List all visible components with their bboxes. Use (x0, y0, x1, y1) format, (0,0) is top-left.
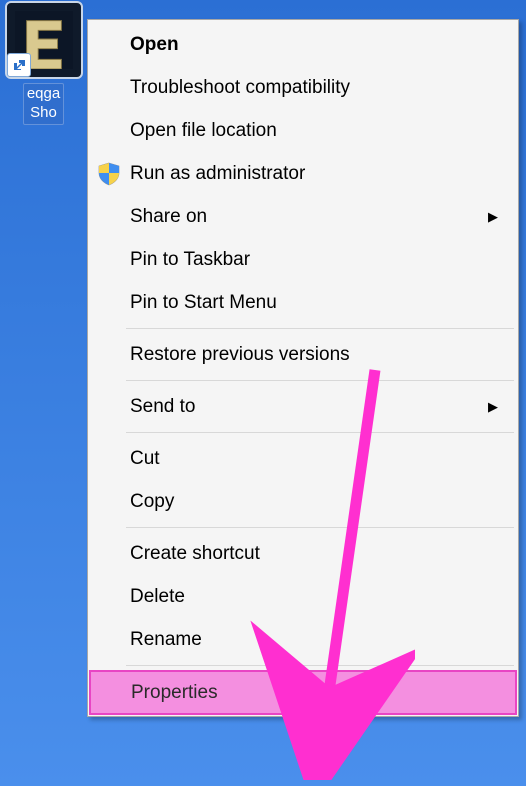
menu-item-label: Delete (130, 586, 185, 608)
menu-item-restore-versions[interactable]: Restore previous versions (90, 333, 516, 376)
menu-item-label: Create shortcut (130, 543, 260, 565)
menu-item-label: Properties (131, 682, 218, 704)
menu-separator (126, 328, 514, 329)
uac-shield-icon (96, 161, 122, 187)
menu-item-label: Restore previous versions (130, 344, 350, 366)
menu-item-send-to[interactable]: Send to ▶ (90, 385, 516, 428)
menu-item-cut[interactable]: Cut (90, 437, 516, 480)
menu-item-create-shortcut[interactable]: Create shortcut (90, 532, 516, 575)
menu-item-label: Rename (130, 629, 202, 651)
app-icon (5, 1, 83, 79)
submenu-arrow-icon: ▶ (488, 399, 498, 415)
menu-item-label: Pin to Taskbar (130, 249, 250, 271)
desktop-shortcut-icon[interactable]: eqga Sho (1, 1, 86, 125)
desktop-icon-label: eqga Sho (23, 83, 64, 125)
context-menu: Open Troubleshoot compatibility Open fil… (87, 19, 519, 717)
menu-separator (126, 380, 514, 381)
shortcut-overlay-icon (7, 53, 31, 77)
menu-item-pin-start[interactable]: Pin to Start Menu (90, 281, 516, 324)
menu-item-share-on[interactable]: Share on ▶ (90, 195, 516, 238)
menu-item-copy[interactable]: Copy (90, 480, 516, 523)
menu-item-troubleshoot[interactable]: Troubleshoot compatibility (90, 66, 516, 109)
menu-item-label: Open file location (130, 120, 277, 142)
menu-item-open[interactable]: Open (90, 23, 516, 66)
menu-item-properties[interactable]: Properties (89, 670, 517, 715)
menu-item-label: Send to (130, 396, 196, 418)
menu-item-label: Run as administrator (130, 163, 305, 185)
menu-separator (126, 432, 514, 433)
menu-item-label: Share on (130, 206, 207, 228)
menu-item-label: Copy (130, 491, 174, 513)
menu-item-label: Troubleshoot compatibility (130, 77, 350, 99)
menu-item-label: Pin to Start Menu (130, 292, 277, 314)
menu-item-open-file-location[interactable]: Open file location (90, 109, 516, 152)
menu-item-run-as-admin[interactable]: Run as administrator (90, 152, 516, 195)
menu-item-label: Cut (130, 448, 160, 470)
menu-item-delete[interactable]: Delete (90, 575, 516, 618)
submenu-arrow-icon: ▶ (488, 209, 498, 225)
menu-item-rename[interactable]: Rename (90, 618, 516, 661)
menu-separator (126, 665, 514, 666)
menu-item-pin-taskbar[interactable]: Pin to Taskbar (90, 238, 516, 281)
menu-separator (126, 527, 514, 528)
menu-item-label: Open (130, 34, 179, 56)
